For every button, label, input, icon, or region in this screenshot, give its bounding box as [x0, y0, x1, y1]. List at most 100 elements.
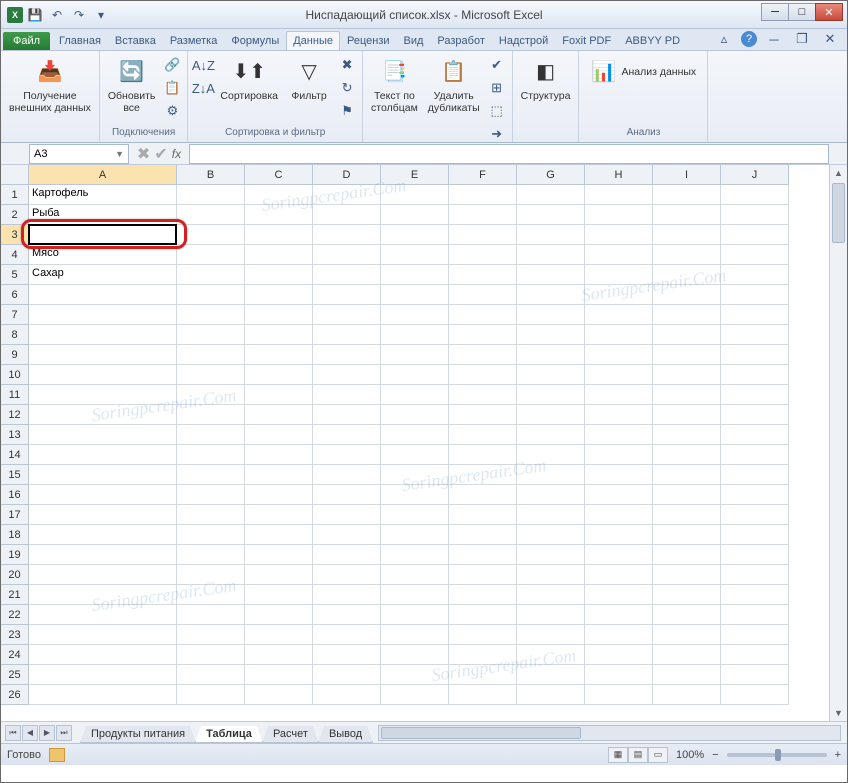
cell[interactable] — [177, 485, 245, 505]
cell[interactable] — [721, 205, 789, 225]
row-header[interactable]: 4 — [1, 245, 29, 265]
cell[interactable] — [245, 265, 313, 285]
cell[interactable] — [517, 285, 585, 305]
cell[interactable] — [381, 405, 449, 425]
cell[interactable] — [449, 185, 517, 205]
qat-redo-button[interactable]: ↷ — [69, 5, 89, 25]
cell[interactable] — [381, 485, 449, 505]
column-header[interactable]: F — [449, 165, 517, 185]
ribbon-button[interactable]: ◧Структура — [517, 54, 575, 104]
cell[interactable] — [177, 325, 245, 345]
cell[interactable] — [653, 585, 721, 605]
cell[interactable] — [653, 345, 721, 365]
cell[interactable] — [177, 245, 245, 265]
cell[interactable] — [313, 505, 381, 525]
cell[interactable] — [245, 285, 313, 305]
cell[interactable] — [313, 365, 381, 385]
qat-save-button[interactable]: 💾 — [25, 5, 45, 25]
cell[interactable] — [29, 385, 177, 405]
cell[interactable] — [177, 565, 245, 585]
cell[interactable] — [721, 185, 789, 205]
workbook-restore-button[interactable]: ❐ — [791, 28, 813, 50]
ribbon-small-button[interactable]: ➜ — [486, 123, 508, 145]
cell[interactable] — [449, 305, 517, 325]
cell[interactable] — [177, 445, 245, 465]
row-header[interactable]: 20 — [1, 565, 29, 585]
cell[interactable] — [29, 225, 177, 245]
sheet-last-button[interactable]: ⏭ — [56, 725, 72, 741]
cell[interactable] — [177, 665, 245, 685]
sheet-next-button[interactable]: ▶ — [39, 725, 55, 741]
cell[interactable] — [313, 565, 381, 585]
cell[interactable] — [313, 425, 381, 445]
cell[interactable] — [653, 485, 721, 505]
cell[interactable] — [653, 685, 721, 705]
cell[interactable] — [585, 545, 653, 565]
zoom-knob[interactable] — [775, 749, 781, 761]
cell[interactable] — [177, 525, 245, 545]
cell[interactable] — [381, 185, 449, 205]
row-header[interactable]: 10 — [1, 365, 29, 385]
cell[interactable] — [245, 325, 313, 345]
cell[interactable] — [381, 505, 449, 525]
cell[interactable] — [517, 685, 585, 705]
cell[interactable] — [381, 345, 449, 365]
cell[interactable] — [245, 625, 313, 645]
zoom-slider[interactable] — [727, 753, 827, 757]
cell[interactable] — [313, 185, 381, 205]
cell[interactable] — [449, 625, 517, 645]
cell[interactable] — [517, 465, 585, 485]
row-header[interactable]: 2 — [1, 205, 29, 225]
cell[interactable] — [517, 225, 585, 245]
cell[interactable] — [585, 205, 653, 225]
cell[interactable] — [517, 245, 585, 265]
formula-input[interactable] — [189, 144, 829, 164]
cell[interactable] — [29, 645, 177, 665]
row-header[interactable]: 16 — [1, 485, 29, 505]
cell[interactable] — [585, 405, 653, 425]
cell[interactable] — [29, 485, 177, 505]
cell[interactable] — [177, 545, 245, 565]
cell[interactable] — [653, 565, 721, 585]
cell[interactable] — [449, 685, 517, 705]
cancel-formula-icon[interactable]: ✖ — [137, 144, 150, 164]
cell[interactable] — [585, 225, 653, 245]
horizontal-scrollbar[interactable] — [378, 725, 841, 741]
tab-главная[interactable]: Главная — [52, 31, 108, 50]
zoom-percent[interactable]: 100% — [676, 749, 704, 761]
cell[interactable] — [449, 265, 517, 285]
cell[interactable] — [653, 325, 721, 345]
cell[interactable] — [653, 265, 721, 285]
row-header[interactable]: 12 — [1, 405, 29, 425]
cell[interactable] — [449, 665, 517, 685]
enter-formula-icon[interactable]: ✔ — [154, 144, 167, 164]
cell[interactable] — [381, 625, 449, 645]
cell[interactable] — [313, 205, 381, 225]
cell[interactable] — [177, 285, 245, 305]
maximize-button[interactable]: □ — [788, 3, 816, 21]
cell[interactable] — [245, 185, 313, 205]
cell[interactable] — [313, 585, 381, 605]
tab-вид[interactable]: Вид — [397, 31, 431, 50]
cell[interactable] — [381, 225, 449, 245]
cell[interactable] — [29, 305, 177, 325]
cell[interactable] — [177, 305, 245, 325]
cell[interactable] — [449, 465, 517, 485]
cell[interactable] — [381, 585, 449, 605]
cell[interactable] — [721, 685, 789, 705]
cell[interactable] — [313, 465, 381, 485]
cell[interactable] — [177, 385, 245, 405]
cell[interactable] — [721, 225, 789, 245]
cell[interactable] — [449, 385, 517, 405]
cell[interactable] — [721, 465, 789, 485]
cell[interactable] — [381, 245, 449, 265]
cell[interactable] — [381, 465, 449, 485]
cell[interactable] — [177, 345, 245, 365]
cell[interactable] — [381, 425, 449, 445]
cell[interactable] — [517, 325, 585, 345]
ribbon-button[interactable]: 📋Удалить дубликаты — [424, 54, 484, 116]
cell[interactable] — [381, 305, 449, 325]
ribbon-small-button[interactable]: ✔ — [486, 54, 508, 76]
cell[interactable] — [29, 465, 177, 485]
cell[interactable] — [29, 605, 177, 625]
